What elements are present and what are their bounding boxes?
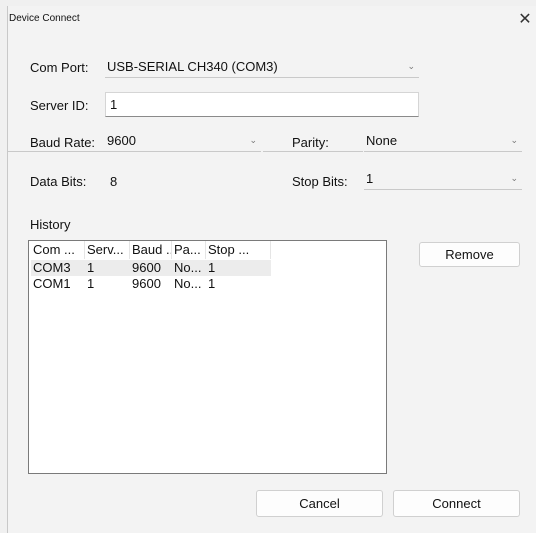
connect-button[interactable]: Connect — [393, 490, 520, 517]
baud-rate-label: Baud Rate: — [30, 135, 96, 150]
connect-button-label: Connect — [432, 496, 481, 511]
remove-button[interactable]: Remove — [419, 242, 520, 267]
parity-value: None — [366, 133, 398, 148]
history-list-header: Com ... Serv... Baud ... Pa... Stop ... — [31, 241, 271, 259]
device-connect-dialog: Device Connect ✕ Com Port: USB-SERIAL CH… — [7, 6, 536, 533]
cancel-button-label: Cancel — [299, 496, 340, 511]
column-header[interactable]: Com ... — [31, 241, 85, 259]
cell-parity: No... — [174, 276, 202, 291]
cell-server: 1 — [87, 260, 95, 275]
cancel-button[interactable]: Cancel — [256, 490, 383, 517]
column-header[interactable]: Stop ... — [206, 241, 271, 259]
parity-select[interactable]: None ⌄ — [364, 132, 522, 152]
data-bits-label: Data Bits: — [30, 174, 87, 189]
parity-label: Parity: — [292, 135, 329, 150]
cell-stop: 1 — [208, 260, 216, 275]
column-header[interactable]: Serv... — [85, 241, 130, 259]
baud-rate-select[interactable]: 9600 ⌄ — [105, 132, 261, 152]
chevron-down-icon: ⌄ — [407, 61, 415, 71]
server-id-value: 1 — [110, 97, 118, 112]
chevron-down-icon: ⌄ — [249, 135, 257, 145]
history-list[interactable]: Com ... Serv... Baud ... Pa... Stop ... … — [28, 240, 387, 474]
history-label: History — [30, 217, 71, 232]
com-port-select[interactable]: USB-SERIAL CH340 (COM3) ⌄ — [105, 58, 419, 78]
server-id-input[interactable]: 1 — [105, 92, 419, 117]
history-row[interactable]: COM3 1 9600 No... 1 — [31, 260, 271, 276]
data-bits-value: 8 — [110, 174, 118, 189]
cell-com: COM3 — [33, 260, 71, 275]
baud-rate-value: 9600 — [107, 133, 136, 148]
close-icon: ✕ — [518, 11, 532, 28]
cell-parity: No... — [174, 260, 202, 275]
stop-bits-label: Stop Bits: — [292, 174, 348, 189]
parity-label-underline — [263, 151, 363, 152]
close-button[interactable]: ✕ — [514, 6, 536, 32]
column-header[interactable]: Baud ... — [130, 241, 172, 259]
baud-rate-label-underline — [8, 151, 105, 152]
column-header[interactable]: Pa... — [172, 241, 206, 259]
title-bar: Device Connect ✕ — [8, 6, 536, 32]
cell-baud: 9600 — [132, 260, 161, 275]
history-row[interactable]: COM1 1 9600 No... 1 — [31, 276, 271, 292]
cell-server: 1 — [87, 276, 95, 291]
window-title: Device Connect — [9, 13, 80, 24]
cell-com: COM1 — [33, 276, 71, 291]
server-id-label: Server ID: — [30, 98, 89, 113]
chevron-down-icon: ⌄ — [510, 135, 518, 145]
cell-stop: 1 — [208, 276, 216, 291]
remove-button-label: Remove — [445, 247, 494, 262]
com-port-label: Com Port: — [30, 60, 89, 75]
cell-baud: 9600 — [132, 276, 161, 291]
stop-bits-select[interactable]: 1 ⌄ — [364, 170, 522, 190]
com-port-value: USB-SERIAL CH340 (COM3) — [107, 59, 278, 74]
chevron-down-icon: ⌄ — [510, 173, 518, 183]
stop-bits-value: 1 — [366, 171, 374, 186]
